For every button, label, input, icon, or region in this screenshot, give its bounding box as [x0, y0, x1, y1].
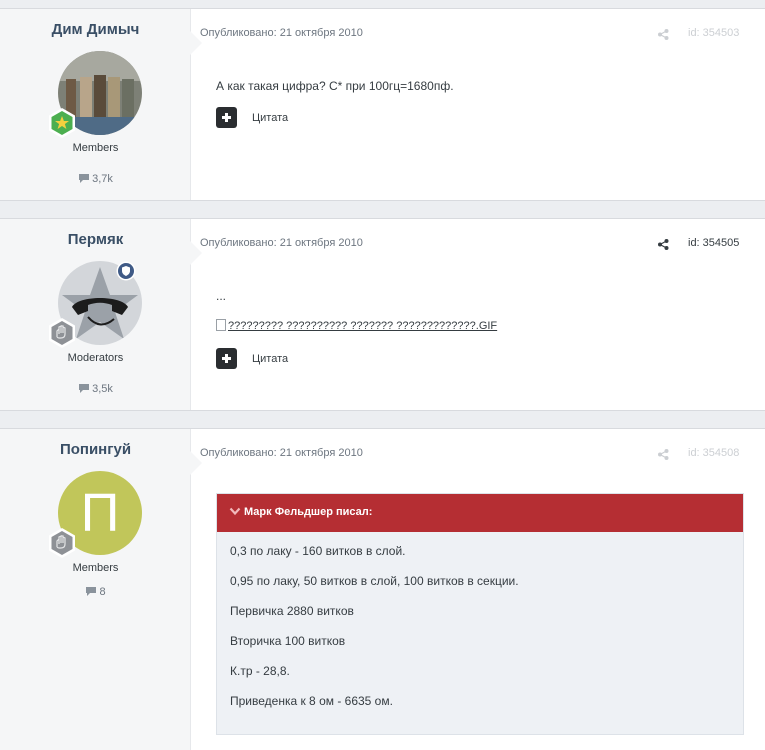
- post-body-text: ...: [216, 289, 227, 303]
- image-alt-text: ????????? ?????????? ??????? ???????????…: [228, 320, 498, 332]
- quote-line: Вторичка 100 витков: [230, 634, 346, 648]
- post-count-value: 3,7k: [92, 173, 113, 185]
- quote-line: Первичка 2880 витков: [230, 604, 354, 618]
- post-count: 3,5k: [0, 383, 191, 395]
- hand-badge-icon: [46, 527, 78, 559]
- author-panel: Попингуй П Members 8: [0, 429, 202, 750]
- author-role: Members: [72, 562, 119, 574]
- broken-image-icon: [216, 319, 226, 331]
- post-count-value: 8: [99, 586, 106, 598]
- post-date[interactable]: Опубликовано: 21 октября 2010: [200, 447, 363, 459]
- comment-icon: [79, 384, 90, 393]
- quote-line: Приведенка к 8 ом - 6635 ом.: [230, 694, 393, 708]
- author-panel: Пермяк Moderators 3,5k: [0, 219, 202, 410]
- share-icon[interactable]: [658, 449, 669, 460]
- post-id[interactable]: id: 354503: [688, 27, 739, 39]
- quote-button[interactable]: [216, 348, 237, 369]
- author-role: Members: [72, 142, 119, 154]
- post-count: 8: [0, 586, 191, 598]
- post: Дим Димыч Members 3,7k Опубликовано: 21 …: [0, 8, 765, 201]
- quote-block: Марк Фельдшер писал: 0,3 по лаку - 160 в…: [216, 493, 744, 735]
- post: Попингуй П Members 8 Опубликовано: 21 ок…: [0, 428, 765, 750]
- post-count-value: 3,5k: [92, 383, 113, 395]
- quote-label[interactable]: Цитата: [252, 353, 288, 365]
- author-name[interactable]: Дим Димыч: [0, 21, 191, 38]
- quote-line: 0,95 по лаку, 50 витков в слой, 100 витк…: [230, 574, 519, 588]
- comment-icon: [86, 587, 97, 596]
- author-name[interactable]: Попингуй: [0, 441, 191, 458]
- post: Пермяк Moderators 3,5k Опубликовано: 21 …: [0, 218, 765, 411]
- star-badge-icon: [46, 107, 78, 139]
- quote-button[interactable]: [216, 107, 237, 128]
- broken-image-link[interactable]: ????????? ?????????? ??????? ???????????…: [216, 319, 497, 332]
- post-date[interactable]: Опубликовано: 21 октября 2010: [200, 27, 363, 39]
- post-id[interactable]: id: 354505: [688, 237, 739, 249]
- share-icon[interactable]: [658, 29, 669, 40]
- quote-label[interactable]: Цитата: [252, 112, 288, 124]
- quote-line: 0,3 по лаку - 160 витков в слой.: [230, 544, 406, 558]
- hand-badge-icon: [46, 317, 78, 349]
- share-icon[interactable]: [658, 239, 669, 250]
- post-date[interactable]: Опубликовано: 21 октября 2010: [200, 237, 363, 249]
- comment-icon: [79, 174, 90, 183]
- post-count: 3,7k: [0, 173, 191, 185]
- post-body-text: А как такая цифра? С* при 100гц=1680пф.: [216, 79, 454, 93]
- author-role: Moderators: [67, 352, 124, 364]
- shield-badge-icon: [116, 261, 136, 286]
- post-id[interactable]: id: 354508: [688, 447, 739, 459]
- author-panel: Дим Димыч Members 3,7k: [0, 9, 202, 200]
- quote-author: Марк Фельдшер писал:: [244, 506, 373, 518]
- quote-line: К.тр - 28,8.: [230, 664, 290, 678]
- quote-header[interactable]: Марк Фельдшер писал:: [217, 494, 743, 532]
- author-name[interactable]: Пермяк: [0, 231, 191, 248]
- chevron-down-icon[interactable]: [229, 507, 241, 516]
